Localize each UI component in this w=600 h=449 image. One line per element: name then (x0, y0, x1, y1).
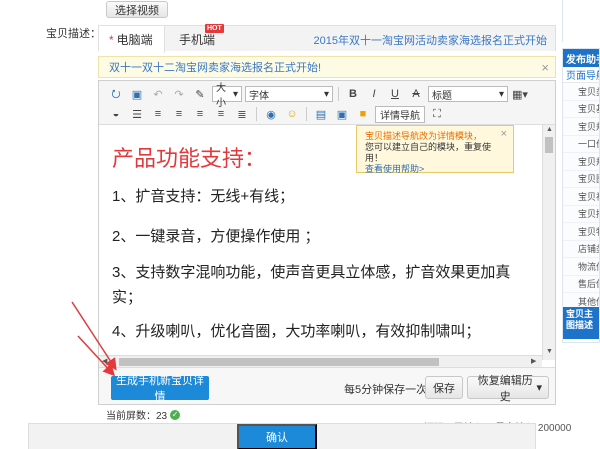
ordered-list-icon[interactable]: ☰ (128, 105, 146, 123)
toolbar-divider (338, 87, 339, 101)
editor-tab-bar: * 电脑端 手机端 HOT 2015年双十一淘宝网活动卖家海选报名正式开始 (98, 24, 556, 53)
side-nav-item[interactable]: 宝贝规 (563, 153, 599, 171)
toolbar-row-2: ◒ ☰ ≡ ≡ ≡ ≡ ≣ ◉ ☺ ▤ ▣ ■ 详情导航 ⛶ (107, 104, 446, 124)
emoji-icon[interactable]: ☺ (283, 105, 301, 123)
align-center-icon[interactable]: ≡ (191, 105, 209, 123)
scroll-right-icon[interactable]: ▶ (531, 357, 536, 365)
strikethrough-icon[interactable]: A (407, 85, 425, 103)
close-icon[interactable]: × (501, 129, 507, 140)
restore-history-label: 恢复编辑历史 (477, 374, 533, 403)
side-panel-top (562, 0, 600, 42)
chevron-down-icon: ▾ (498, 88, 504, 100)
promo-link[interactable]: 2015年双十一淘宝网活动卖家海选报名正式开始 (314, 32, 547, 48)
content-paragraph: 4、升级喇叭，优化音圈，大功率喇叭，有效抑制啸叫； (112, 323, 481, 340)
content-heading: 产品功能支持： (112, 147, 267, 172)
scroll-left-icon[interactable]: ◀ (102, 357, 107, 365)
bold-icon[interactable]: B (344, 85, 362, 103)
scrollbar-thumb[interactable] (119, 358, 439, 366)
toolbar-divider (256, 107, 257, 121)
side-nav-item[interactable]: 一口价 (563, 135, 599, 153)
save-button[interactable]: 保存 (425, 376, 463, 399)
side-nav-title: 页面导航 (563, 67, 599, 83)
chevron-down-icon: ▾ (232, 88, 238, 100)
confirm-button[interactable]: 确认 (237, 424, 317, 449)
side-panel-title: 发布助手 (563, 49, 599, 67)
help-link[interactable]: 查看使用帮助> (365, 164, 424, 174)
font-size-select[interactable]: 大小 ▾ (212, 83, 242, 109)
hint-line: 您可以建立自己的模块，重复使用！ (365, 142, 492, 163)
hint-line: 宝贝描述导航改为详情模块， (365, 131, 483, 141)
side-nav-item[interactable]: 宝贝图 (563, 170, 599, 188)
screen-count-text: 当前屏数：23 (106, 411, 168, 422)
side-nav-item[interactable]: 售后保 (563, 275, 599, 293)
source-code-icon[interactable]: ⭮ (107, 85, 125, 103)
vertical-scrollbar[interactable]: ▲ ▼ (542, 125, 555, 360)
scroll-up-icon[interactable]: ▲ (546, 126, 553, 133)
hot-badge: HOT (205, 24, 224, 33)
tab-pc[interactable]: * 电脑端 (99, 26, 165, 53)
tab-mobile-label: 手机端 (179, 32, 216, 47)
align-left-icon[interactable]: ≡ (170, 105, 188, 123)
side-nav-item[interactable]: 物流信 (563, 258, 599, 276)
notice-link[interactable]: 双十一双十二淘宝网卖家海选报名正式开始! (109, 59, 321, 75)
undo-icon[interactable]: ↶ (149, 85, 167, 103)
editor-bottom-bar: 生成手机新宝贝详情 每5分钟保存一次 保存 恢复编辑历史 ▾ (99, 367, 555, 404)
align-right-icon[interactable]: ≡ (212, 105, 230, 123)
insert-icon[interactable]: ▣ (333, 105, 351, 123)
table-icon[interactable]: ▦▾ (511, 85, 529, 103)
italic-icon[interactable]: I (365, 85, 383, 103)
scrollbar-thumb[interactable] (545, 137, 553, 153)
preview-icon[interactable]: ▣ (128, 85, 146, 103)
side-nav-item[interactable]: 店铺类 (563, 240, 599, 258)
select-video-button[interactable]: 选择视频 (106, 1, 168, 18)
side-nav-item[interactable]: 宝贝规 (563, 118, 599, 136)
scroll-down-icon[interactable]: ▼ (546, 348, 553, 355)
align-justify-icon[interactable]: ≣ (233, 105, 251, 123)
notice-bar: 双十一双十二淘宝网卖家海选报名正式开始! × (98, 56, 556, 78)
unordered-list-icon[interactable]: ≡ (149, 105, 167, 123)
template-icon[interactable]: ■ (354, 105, 372, 123)
underline-icon[interactable]: U (386, 85, 404, 103)
heading-select[interactable]: 标题 ▾ (428, 86, 508, 102)
side-nav-item[interactable]: 宝贝类 (563, 83, 599, 101)
tab-pc-label: 电脑端 (116, 33, 153, 47)
check-icon: ✓ (170, 409, 181, 420)
autosave-text: 每5分钟保存一次 (344, 384, 428, 396)
screen-count: 当前屏数：23 ✓ (106, 407, 181, 422)
detail-nav-button[interactable]: 详情导航 (375, 105, 425, 123)
font-family-value: 字体 (249, 90, 269, 102)
content-paragraph: 1、扩音支持：无线+有线； (112, 188, 295, 205)
description-label-text: 宝贝描述： (46, 28, 101, 40)
toolbar-divider (306, 107, 307, 121)
text-color-icon[interactable]: ◒ (107, 105, 125, 123)
generate-mobile-detail-button[interactable]: 生成手机新宝贝详情 (111, 375, 209, 403)
side-nav-list: 宝贝类宝贝基宝贝规一口价宝贝规宝贝图宝贝视宝贝描宝贝物店铺类物流信售后保其他信 (563, 83, 599, 311)
footer-bar: 确认 (28, 423, 536, 449)
publish-assistant-panel: 发布助手 页面导航 宝贝类宝贝基宝贝规一口价宝贝规宝贝图宝贝视宝贝描宝贝物店铺类… (562, 48, 600, 343)
close-icon[interactable]: × (541, 60, 549, 75)
side-panel-footer[interactable]: 宝贝主图描述 (563, 307, 599, 339)
side-nav-item[interactable]: 宝贝物 (563, 223, 599, 241)
side-nav-item[interactable]: 宝贝基 (563, 100, 599, 118)
chevron-down-icon: ▾ (536, 382, 542, 394)
required-mark: * (109, 32, 114, 47)
heading-value: 标题 (432, 90, 452, 102)
redo-icon[interactable]: ↷ (170, 85, 188, 103)
link-icon[interactable]: ◉ (262, 105, 280, 123)
chevron-down-icon: ▾ (323, 88, 329, 100)
side-nav-item[interactable]: 宝贝视 (563, 188, 599, 206)
image-icon[interactable]: ▤ (312, 105, 330, 123)
horizontal-scrollbar[interactable]: ◀ ▶ (99, 355, 542, 367)
content-paragraph: 3、支持数字混响功能，使声音更具立体感，扩音效果更加真实； (112, 264, 511, 306)
fullscreen-icon[interactable]: ⛶ (428, 105, 446, 123)
hint-popup: 宝贝描述导航改为详情模块， 您可以建立自己的模块，重复使用！ 查看使用帮助> × (356, 125, 514, 174)
toolbar-row-1: ⭮ ▣ ↶ ↷ ✎ 大小 ▾ 字体 ▾ B I U A 标题 ▾ ▦▾ (107, 83, 529, 109)
format-painter-icon[interactable]: ✎ (191, 85, 209, 103)
side-nav-item[interactable]: 宝贝描 (563, 205, 599, 223)
font-family-select[interactable]: 字体 ▾ (245, 86, 333, 102)
restore-history-button[interactable]: 恢复编辑历史 ▾ (467, 375, 549, 403)
editor-toolbar: ⭮ ▣ ↶ ↷ ✎ 大小 ▾ 字体 ▾ B I U A 标题 ▾ ▦▾ ◒ ☰ ≡ ≡… (99, 81, 555, 125)
content-paragraph: 2、一键录音，方便操作使用 ； (112, 228, 320, 245)
